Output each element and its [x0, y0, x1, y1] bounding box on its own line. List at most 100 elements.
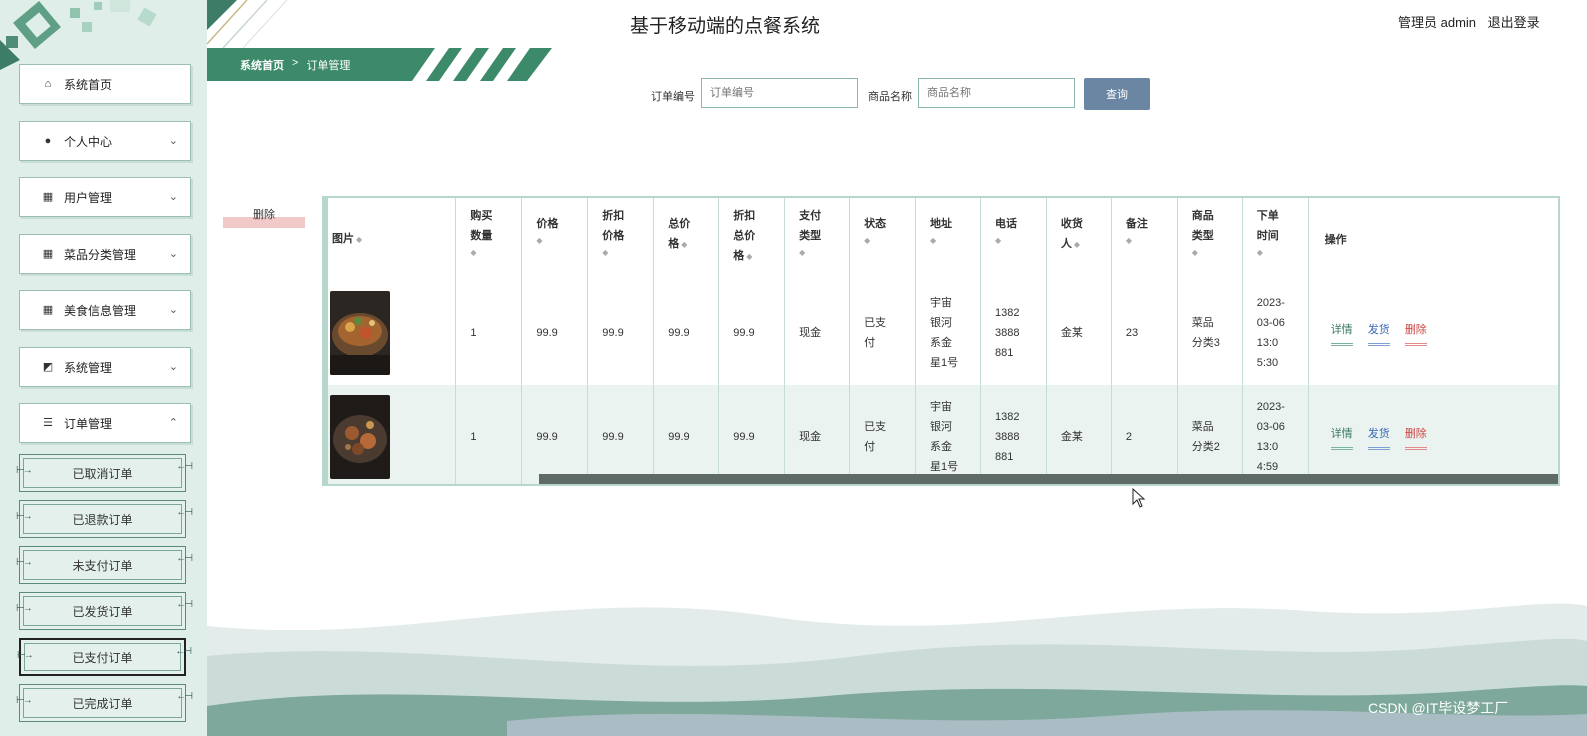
cell-address: 宇宙 银河 系金 星1号: [915, 385, 981, 484]
cell-price: 99.9: [521, 281, 589, 385]
horizontal-scrollbar[interactable]: [539, 474, 1558, 484]
sidebar-item-system[interactable]: ◩ 系统管理 ⌄: [19, 347, 191, 387]
sidebar-subitem-label: 已完成订单: [72, 696, 133, 711]
sidebar-item-home[interactable]: ⌂ 系统首页: [19, 64, 191, 104]
cell-discount-total: 99.9: [718, 385, 786, 484]
sidebar-subitem-unpaid[interactable]: ⊢→ 未支付订单 ←⊣: [16, 546, 193, 584]
sidebar-subitem-refunded[interactable]: ⊢→ 已退款订单 ←⊣: [16, 500, 193, 538]
logout-link[interactable]: 退出登录: [1488, 15, 1540, 30]
cell-order-time: 2023- 03-06 13:0 4:59: [1242, 385, 1309, 484]
cell-phone: 1382 3888 881: [980, 281, 1047, 385]
sort-icon[interactable]: ◆: [681, 240, 687, 249]
sort-icon[interactable]: ◆: [602, 246, 653, 260]
cell-pay-type: 现金: [784, 281, 851, 385]
food-image: [330, 291, 390, 375]
sidebar-item-label: 系统管理: [64, 360, 113, 375]
arrow-decoration-icon: ←⊣: [176, 461, 193, 472]
order-no-label: 订单编号: [651, 91, 695, 103]
product-name-label: 商品名称: [868, 91, 912, 103]
col-header-image[interactable]: 图片 ◆: [328, 198, 457, 281]
sidebar-subitem-label: 已取消订单: [72, 466, 133, 481]
user-info: 管理员 admin 退出登录: [1398, 12, 1548, 31]
chevron-down-icon: ⌄: [168, 304, 178, 316]
col-header-price[interactable]: 价格 ◆: [521, 198, 589, 281]
col-header-address[interactable]: 地址 ◆: [915, 198, 981, 281]
sort-icon[interactable]: ◆: [470, 246, 521, 260]
cell-receiver: 金某: [1046, 281, 1112, 385]
arrow-decoration-icon: ⊢→: [17, 650, 34, 661]
header-stripe-decoration: [207, 0, 288, 48]
col-header-actions: 操作: [1324, 233, 1347, 246]
delete-button[interactable]: 删除: [1404, 320, 1427, 346]
cell-quantity: 1: [455, 281, 523, 385]
sort-icon[interactable]: ◆: [1192, 246, 1242, 260]
sort-icon[interactable]: ◆: [1257, 246, 1308, 260]
arrow-decoration-icon: ←⊣: [175, 646, 192, 657]
page-title: 基于移动端的点餐系统: [630, 16, 821, 37]
detail-button[interactable]: 详情: [1330, 424, 1353, 450]
sidebar-item-orders[interactable]: ☰ 订单管理 ⌃: [19, 403, 191, 443]
sidebar-subitem-paid[interactable]: ⊢→ 已支付订单 ←⊣: [17, 638, 192, 676]
cell-product-type: 菜品 分类2: [1177, 385, 1243, 484]
food-image: [330, 395, 390, 479]
home-icon: ⌂: [44, 78, 52, 90]
col-header-product-type[interactable]: 商品 类型 ◆: [1177, 198, 1243, 281]
table-row: 1 99.9 99.9 99.9 99.9 现金 已支付 宇宙 银河 系金 星1号 1…: [328, 385, 1558, 484]
sidebar-subitem-label: 已退款订单: [72, 512, 133, 527]
sidebar-item-food-info[interactable]: ▦ 美食信息管理 ⌄: [19, 290, 191, 330]
sidebar-subitem-completed[interactable]: ⊢→ 已完成订单 ←⊣: [16, 684, 193, 722]
breadcrumb-separator: >: [292, 57, 299, 69]
cell-status: 已支付: [849, 281, 917, 385]
col-header-remark[interactable]: 备注 ◆: [1111, 198, 1178, 281]
order-no-input[interactable]: [701, 78, 858, 108]
breadcrumb-home[interactable]: 系统首页: [240, 57, 284, 73]
sidebar-item-dish-category[interactable]: ▦ 菜品分类管理 ⌄: [19, 234, 191, 274]
sidebar-item-profile[interactable]: ● 个人中心 ⌄: [19, 121, 191, 161]
cell-total: 99.9: [653, 385, 720, 484]
arrow-decoration-icon: ←⊣: [176, 691, 193, 702]
sort-icon[interactable]: ◆: [995, 234, 1046, 248]
sort-icon[interactable]: ◆: [536, 234, 587, 248]
sort-icon[interactable]: ◆: [746, 252, 752, 261]
chevron-down-icon: ⌄: [168, 191, 178, 203]
sidebar-subitem-shipped[interactable]: ⊢→ 已发货订单 ←⊣: [16, 592, 193, 630]
col-header-phone[interactable]: 电话 ◆: [980, 198, 1047, 281]
col-header-pay-type[interactable]: 支付 类型 ◆: [784, 198, 851, 281]
detail-button[interactable]: 详情: [1330, 320, 1353, 346]
ship-button[interactable]: 发货: [1367, 320, 1390, 346]
sort-icon[interactable]: ◆: [1074, 240, 1080, 249]
ship-button[interactable]: 发货: [1367, 424, 1390, 450]
sidebar-subitem-cancelled[interactable]: ⊢→ 已取消订单 ←⊣: [16, 454, 193, 492]
col-header-order-time[interactable]: 下单 时间 ◆: [1242, 198, 1309, 281]
cell-phone: 1382 3888 881: [980, 385, 1047, 484]
sort-icon[interactable]: ◆: [1126, 234, 1177, 248]
arrow-decoration-icon: ⊢→: [16, 465, 33, 476]
sidebar-item-label: 美食信息管理: [64, 303, 137, 318]
sidebar-item-label: 个人中心: [64, 134, 113, 149]
arrow-decoration-icon: ⊢→: [16, 603, 33, 614]
sort-icon[interactable]: ◆: [930, 234, 980, 248]
query-button[interactable]: 查询: [1084, 78, 1150, 110]
sidebar-subitem-label: 已支付订单: [72, 650, 133, 665]
delete-button[interactable]: 删除: [1404, 424, 1427, 450]
col-header-receiver[interactable]: 收货人 ◆: [1046, 198, 1112, 281]
col-header-status[interactable]: 状态 ◆: [849, 198, 917, 281]
cell-remark: 2: [1111, 385, 1178, 484]
decorative-pattern: [0, 0, 207, 70]
sort-icon[interactable]: ◆: [799, 246, 849, 260]
table-row: 1 99.9 99.9 99.9 99.9 现金 已支付 宇宙 银河 系金 星1号 1…: [328, 281, 1558, 385]
arrow-decoration-icon: ⊢→: [16, 511, 33, 522]
sidebar: ⌂ 系统首页 ● 个人中心 ⌄ ▦ 用户管理 ⌄ ▦ 菜品分类管理 ⌄ ▦ 美食…: [0, 0, 207, 736]
food-image-cell: [328, 385, 457, 484]
product-name-input[interactable]: [918, 78, 1075, 108]
sort-icon[interactable]: ◆: [864, 234, 915, 248]
sidebar-subitem-label: 未支付订单: [72, 558, 133, 573]
col-header-discount-price[interactable]: 折扣 价格 ◆: [587, 198, 655, 281]
col-header-quantity[interactable]: 购买 数量 ◆: [455, 198, 523, 281]
col-header-discount-total[interactable]: 折扣 总价格 ◆: [718, 198, 786, 281]
sidebar-item-users[interactable]: ▦ 用户管理 ⌄: [19, 177, 191, 217]
batch-delete-button[interactable]: 删除: [223, 200, 305, 228]
cell-discount-total: 99.9: [718, 281, 786, 385]
col-header-total[interactable]: 总价格 ◆: [653, 198, 720, 281]
sort-icon[interactable]: ◆: [356, 235, 362, 244]
